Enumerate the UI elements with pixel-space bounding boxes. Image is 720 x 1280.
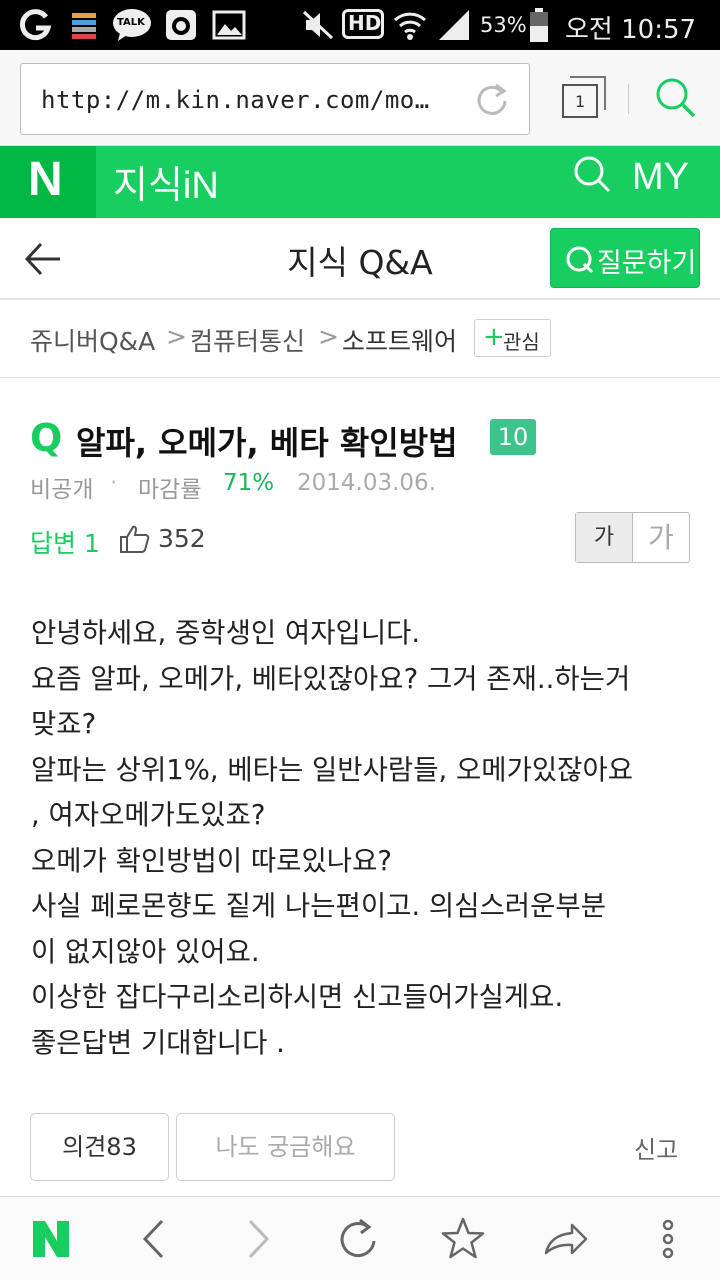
clock: 오전 10:57	[565, 15, 697, 45]
font-large-button[interactable]: 가	[633, 513, 689, 562]
wifi-icon	[393, 12, 427, 40]
signal-icon	[439, 10, 469, 40]
body-line: 알파는 상위1%, 베타는 일반사람들, 오메가있잖아요	[31, 753, 634, 786]
opinion-button[interactable]: 의견83	[30, 1113, 169, 1181]
q-icon	[566, 246, 594, 274]
browser-toolbar: http://m.kin.naver.com/mo… 1	[0, 50, 720, 146]
refresh-icon[interactable]	[336, 1215, 380, 1263]
question-title: 알파, 오메가, 베타 확인방법	[76, 424, 458, 462]
status-bar: TALK HD 53% 오전 10:57	[0, 0, 720, 50]
font-small-button[interactable]: 가	[576, 513, 633, 562]
battery-percent: 53%	[480, 13, 527, 37]
service-title[interactable]: 지식iN	[113, 154, 219, 209]
header-search-icon[interactable]	[572, 154, 612, 194]
naver-home-icon[interactable]	[30, 1215, 72, 1263]
url-field[interactable]: http://m.kin.naver.com/mo…	[20, 63, 530, 135]
tab-count: 1	[575, 92, 586, 111]
more-icon[interactable]	[658, 1215, 678, 1263]
stack-icon	[72, 13, 96, 39]
thumbs-up-icon[interactable]	[119, 524, 151, 554]
body-line: 좋은답변 기대합니다 .	[31, 1026, 285, 1059]
me-too-curious-button[interactable]: 나도 궁금해요	[176, 1113, 395, 1181]
battery-icon	[530, 8, 548, 42]
answer-count[interactable]: 답변 1	[30, 524, 100, 560]
plus-icon: +	[483, 322, 505, 352]
g-icon	[19, 9, 52, 41]
body-line: 이상한 잡다구리소리하시면 신고들어가실게요.	[31, 981, 564, 1013]
browser-bottom-bar	[0, 1196, 720, 1280]
image-icon	[212, 10, 246, 40]
toolbar-divider	[628, 84, 629, 114]
ask-question-button[interactable]: 질문하기	[550, 228, 700, 288]
service-header: N 지식iN MY	[0, 146, 720, 218]
bookmark-star-icon[interactable]	[440, 1215, 486, 1263]
level-badge: 10	[490, 419, 536, 455]
breadcrumb-item-junior[interactable]: 쥬니버Q&A	[30, 322, 155, 358]
close-rate-label: 마감률	[138, 477, 202, 503]
naver-logo[interactable]: N	[0, 146, 96, 218]
body-line: 요즘 알파, 오메가, 베타있잖아요? 그거 존재..하는거	[31, 662, 631, 695]
question-body: 안녕하세요, 중학생인 여자입니다. 요즘 알파, 오메가, 베타있잖아요? 그…	[31, 611, 691, 1066]
breadcrumb-item-computer[interactable]: 컴퓨터통신	[190, 322, 305, 358]
question-date: 2014.03.06.	[297, 470, 436, 496]
talk-icon: TALK	[112, 8, 152, 42]
body-line: 사실 페로몬향도 짙게 나는편이고. 의심스러운부분	[31, 890, 607, 922]
report-link[interactable]: 신고	[634, 1130, 678, 1165]
font-size-toggle: 가 가	[575, 512, 690, 563]
back-icon[interactable]	[140, 1215, 168, 1263]
mute-icon	[302, 10, 334, 40]
like-count: 352	[158, 524, 206, 553]
breadcrumb-separator: >	[318, 322, 339, 351]
interest-button[interactable]: + 관심	[474, 319, 551, 357]
sub-header: 지식 Q&A 질문하기	[0, 218, 720, 300]
forward-icon[interactable]	[244, 1215, 272, 1263]
body-line: 오메가 확인방법이 따로있나요?	[31, 844, 392, 877]
body-line: 이 없지않아 있어요.	[31, 935, 260, 968]
my-button[interactable]: MY	[632, 156, 689, 199]
url-text: http://m.kin.naver.com/mo…	[41, 86, 430, 114]
search-icon[interactable]	[654, 76, 698, 120]
breadcrumb: 쥬니버Q&A > 컴퓨터통신 > 소프트웨어 + 관심	[0, 300, 720, 378]
body-line: 안녕하세요, 중학생인 여자입니다.	[31, 617, 421, 649]
breadcrumb-separator: >	[166, 322, 187, 351]
reload-icon[interactable]	[473, 82, 511, 120]
tabs-button[interactable]: 1	[560, 74, 608, 122]
body-line: 맞죠?	[31, 708, 97, 740]
share-icon[interactable]	[542, 1215, 590, 1263]
author: 비공개	[30, 477, 94, 503]
breadcrumb-item-software[interactable]: 소프트웨어	[342, 322, 457, 358]
camera-icon	[166, 10, 196, 40]
body-line: , 여자오메가도있죠?	[31, 799, 266, 831]
hd-icon: HD	[342, 8, 386, 42]
meta-dot: ·	[110, 470, 118, 496]
question-mark-icon: Q	[30, 416, 63, 460]
close-rate: 71%	[223, 470, 275, 496]
